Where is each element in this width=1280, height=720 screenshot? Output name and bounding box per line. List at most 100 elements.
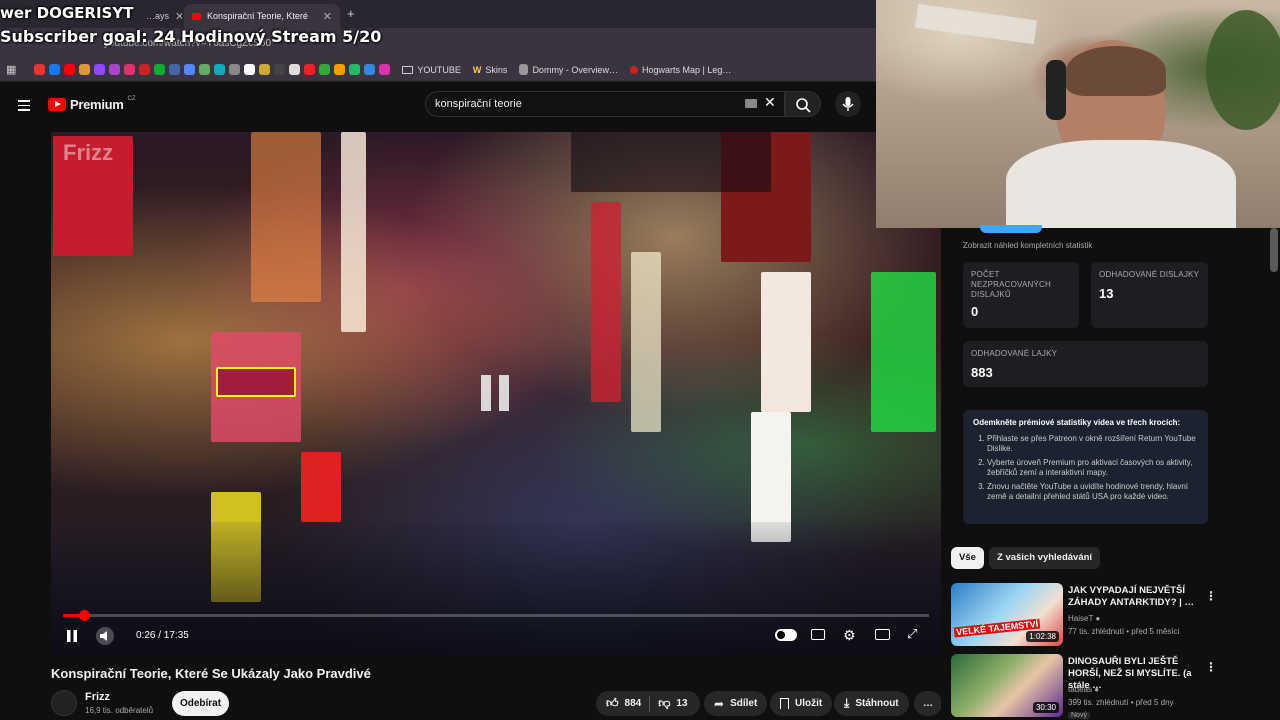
bookmark-hogwarts-map[interactable]: Hogwarts Map | Leg…: [629, 65, 731, 75]
bookmark-icon[interactable]: [229, 64, 241, 75]
video-thumbnail[interactable]: 30:30: [951, 654, 1063, 717]
video-thumbnail[interactable]: VELKÉ TAJEMSTVÍ 1:02:38: [951, 583, 1063, 646]
like-count: 884: [624, 698, 642, 709]
shield-icon: [519, 64, 529, 75]
thumbs-down-icon: 👎︎: [658, 696, 671, 710]
subscribe-button[interactable]: Odebírat: [172, 691, 229, 716]
bookmark-dommy[interactable]: Dommy - Overview…: [519, 64, 618, 75]
bookmark-icon[interactable]: [304, 64, 316, 75]
bookmark-icon[interactable]: [319, 64, 331, 75]
bookmark-icon[interactable]: [379, 64, 391, 75]
bookmark-icon[interactable]: [34, 64, 46, 75]
logo-region: CZ: [127, 95, 136, 102]
volume-icon: [100, 631, 107, 641]
pause-overlay-icon: [481, 375, 511, 411]
bookmark-icon[interactable]: [94, 64, 106, 75]
bookmark-icon[interactable]: [109, 64, 121, 75]
bookmark-icon[interactable]: [199, 64, 211, 75]
recommendation-item[interactable]: 30:30 DINOSAUŘI BYLI JEŠTĚ HORŠÍ, NEŽ SI…: [951, 654, 1269, 720]
bookmark-icon[interactable]: [169, 64, 181, 75]
video-title: Konspirační Teorie, Které Se Ukázaly Jak…: [51, 666, 371, 681]
channel-avatar[interactable]: [51, 690, 77, 716]
close-tab-icon[interactable]: ✕: [323, 10, 332, 23]
pause-button[interactable]: [66, 629, 78, 646]
channel-label: HaiseT: [1068, 614, 1094, 623]
apps-grid-icon[interactable]: ▦: [6, 63, 16, 76]
bookmark-icon[interactable]: [289, 64, 301, 75]
scrollbar-thumb[interactable]: [1270, 228, 1278, 272]
bookmark-folder-youtube[interactable]: YOUTUBE: [402, 65, 461, 75]
bookmark-icon[interactable]: [334, 64, 346, 75]
mute-button[interactable]: [96, 627, 114, 645]
subtitles-icon[interactable]: [811, 629, 825, 640]
bookmark-icon[interactable]: [259, 64, 271, 75]
bookmark-icon[interactable]: [214, 64, 226, 75]
bookmark-icon[interactable]: [244, 64, 256, 75]
bookmark-label: Dommy - Overview…: [532, 64, 618, 75]
share-button[interactable]: ➦ Sdílet: [704, 691, 768, 716]
search-input[interactable]: konspirační teorie: [425, 91, 785, 117]
bookmark-skins[interactable]: W Skins: [473, 65, 508, 75]
save-button[interactable]: Uložit: [770, 691, 833, 716]
settings-gear-icon[interactable]: ⚙: [843, 627, 856, 644]
bookmark-icon[interactable]: [349, 64, 361, 75]
neon-sign: [216, 367, 296, 397]
bookmark-icon[interactable]: [274, 64, 286, 75]
fullscreen-icon[interactable]: ⤢: [907, 626, 917, 642]
autoplay-toggle[interactable]: [775, 629, 797, 641]
more-icon: …: [923, 698, 933, 709]
bookmark-icon[interactable]: [49, 64, 61, 75]
partial-button[interactable]: [980, 225, 1042, 233]
bookmark-icon[interactable]: [139, 64, 151, 75]
neon-sign: [871, 272, 936, 432]
time-display: 0:26 / 17:35: [136, 630, 189, 641]
tab-active[interactable]: Konspirační Teorie, Které Se … ✕: [184, 4, 340, 28]
recommendation-channel[interactable]: HaiseT ●: [1068, 614, 1100, 623]
verified-icon: ●: [1094, 685, 1100, 694]
webcam-overlay: [876, 0, 1280, 228]
neon-sign: [761, 272, 811, 412]
clear-search-icon[interactable]: ✕: [764, 94, 776, 111]
view-full-stats-link[interactable]: Zobrazit náhled kompletních statistik: [963, 241, 1092, 250]
bookmark-icon[interactable]: [124, 64, 136, 75]
stat-label: ODHADOVANÉ DISLAJKY: [1099, 270, 1200, 279]
like-button[interactable]: 👍︎ 884: [606, 696, 641, 711]
download-button[interactable]: ⤓ Stáhnout: [834, 691, 909, 716]
voice-search-button[interactable]: [835, 91, 861, 117]
recommendation-title[interactable]: JAK VYPADAJÍ NEJVĚTŠÍ ZÁHADY ANTARKTIDY?…: [1068, 585, 1203, 609]
progress-bar[interactable]: [63, 614, 929, 617]
download-label: Stáhnout: [855, 698, 899, 709]
bookmark-icon[interactable]: [79, 64, 91, 75]
more-options-icon[interactable]: ⋮: [1205, 660, 1217, 674]
bookmark-label: YOUTUBE: [417, 64, 461, 75]
more-options-icon[interactable]: ⋮: [1205, 589, 1217, 603]
more-actions-button[interactable]: …: [914, 691, 942, 716]
dislike-count: 13: [676, 698, 688, 709]
bookmark-icon[interactable]: [184, 64, 196, 75]
miniplayer-icon[interactable]: [875, 629, 890, 640]
dislike-button[interactable]: 👎︎ 13: [658, 696, 687, 711]
youtube-premium-logo[interactable]: Premium CZ: [48, 95, 136, 112]
channel-name[interactable]: Frizz: [85, 691, 110, 703]
search-button[interactable]: [785, 91, 821, 117]
bookmark-icon[interactable]: [64, 64, 76, 75]
bookmark-icon[interactable]: [364, 64, 376, 75]
share-arrow-icon: ➦: [714, 696, 725, 711]
chip-from-searches[interactable]: Z vašich vyhledávání: [989, 547, 1101, 569]
thumbs-up-icon: 👍︎: [606, 696, 619, 710]
youtube-favicon-icon: [192, 12, 201, 20]
verified-icon: ●: [1095, 614, 1101, 623]
recommendation-channel[interactable]: tadeas ●: [1068, 685, 1099, 694]
recommendation-item[interactable]: VELKÉ TAJEMSTVÍ 1:02:38 JAK VYPADAJÍ NEJ…: [951, 583, 1269, 649]
chip-all[interactable]: Vše: [951, 547, 984, 569]
bookmark-icon[interactable]: [154, 64, 166, 75]
bookmarks-bar: ▦ YOUTUBE W Skins Dommy - Overview… Hogw…: [0, 58, 876, 82]
new-tab-button[interactable]: +: [347, 6, 355, 21]
menu-icon[interactable]: [18, 97, 30, 114]
subscriber-count: 16,9 tis. odběratelů: [85, 706, 154, 715]
keyboard-icon[interactable]: [745, 99, 757, 108]
stream-overlay-follower: wer DOGERISYT: [0, 4, 134, 22]
search-icon: [796, 98, 811, 113]
close-tab-icon[interactable]: ✕: [175, 10, 182, 23]
neon-sign: [631, 252, 661, 432]
